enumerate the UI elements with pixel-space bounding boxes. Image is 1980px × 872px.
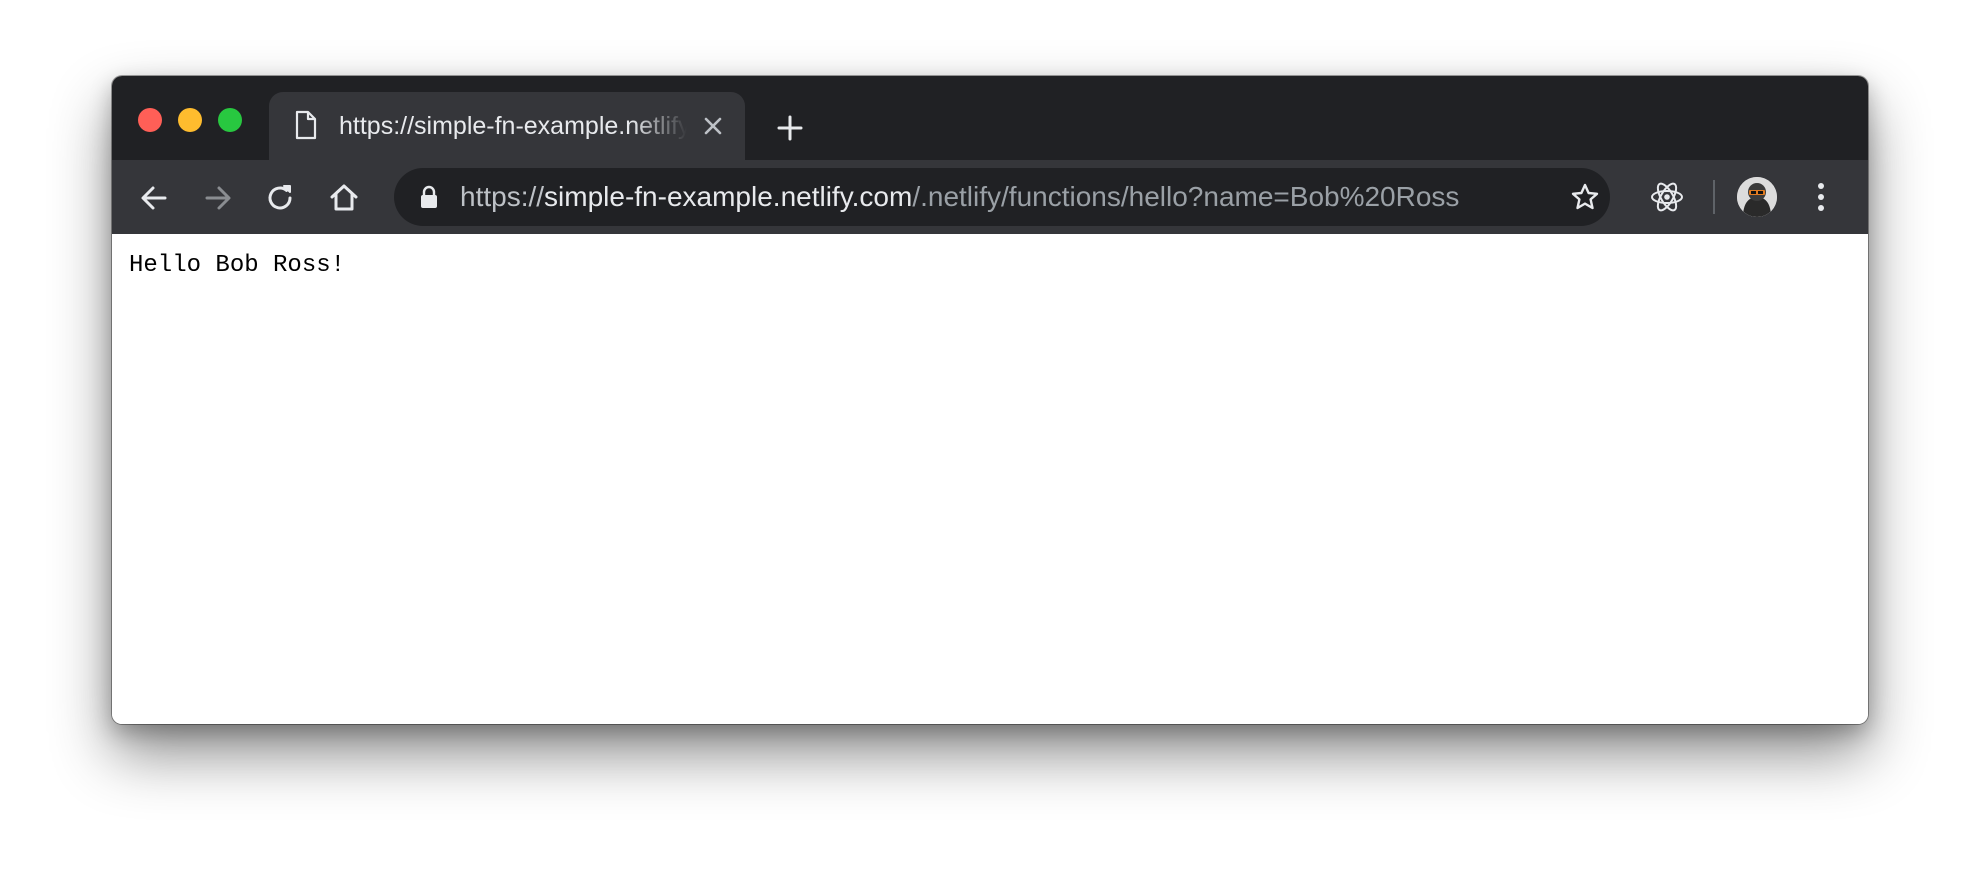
desktop-background: https://simple-fn-example.netlify.com/.n… xyxy=(0,0,1980,872)
react-icon[interactable] xyxy=(1650,180,1684,214)
avatar-image xyxy=(1737,177,1777,217)
plus-icon[interactable] xyxy=(776,114,804,142)
file-icon xyxy=(295,110,317,140)
url-path: /.netlify/functions/hello?name=Bob%20Ros… xyxy=(912,181,1460,212)
url-host: simple-fn-example.netlify.com xyxy=(544,181,913,212)
toolbar-divider xyxy=(1713,180,1715,214)
browser-toolbar: https://simple-fn-example.netlify.com/.n… xyxy=(112,160,1868,234)
browser-window: https://simple-fn-example.netlify.com/.n… xyxy=(112,76,1868,724)
forward-arrow-icon[interactable] xyxy=(202,182,234,214)
url-scheme: https:// xyxy=(460,181,545,212)
reload-icon[interactable] xyxy=(264,182,296,214)
window-maximize-button[interactable] xyxy=(218,108,242,132)
tab-title: https://simple-fn-example.netlify.com/.n… xyxy=(339,112,687,140)
window-minimize-button[interactable] xyxy=(178,108,202,132)
back-arrow-icon[interactable] xyxy=(138,182,170,214)
avatar[interactable] xyxy=(1737,177,1777,217)
tab-active[interactable]: https://simple-fn-example.netlify.com/.n… xyxy=(269,92,745,160)
lock-icon[interactable] xyxy=(420,185,438,209)
url-text[interactable]: https://simple-fn-example.netlify.com/.n… xyxy=(460,181,1459,213)
tab-strip: https://simple-fn-example.netlify.com/.n… xyxy=(112,76,1868,160)
star-icon[interactable] xyxy=(1570,182,1600,212)
window-close-button[interactable] xyxy=(138,108,162,132)
kebab-menu-icon[interactable] xyxy=(1815,181,1827,213)
close-icon[interactable] xyxy=(702,115,724,137)
page-body-text: Hello Bob Ross! xyxy=(129,252,346,279)
page-content: Hello Bob Ross! xyxy=(112,234,1868,724)
address-bar[interactable]: https://simple-fn-example.netlify.com/.n… xyxy=(394,168,1610,226)
home-icon[interactable] xyxy=(328,182,360,214)
